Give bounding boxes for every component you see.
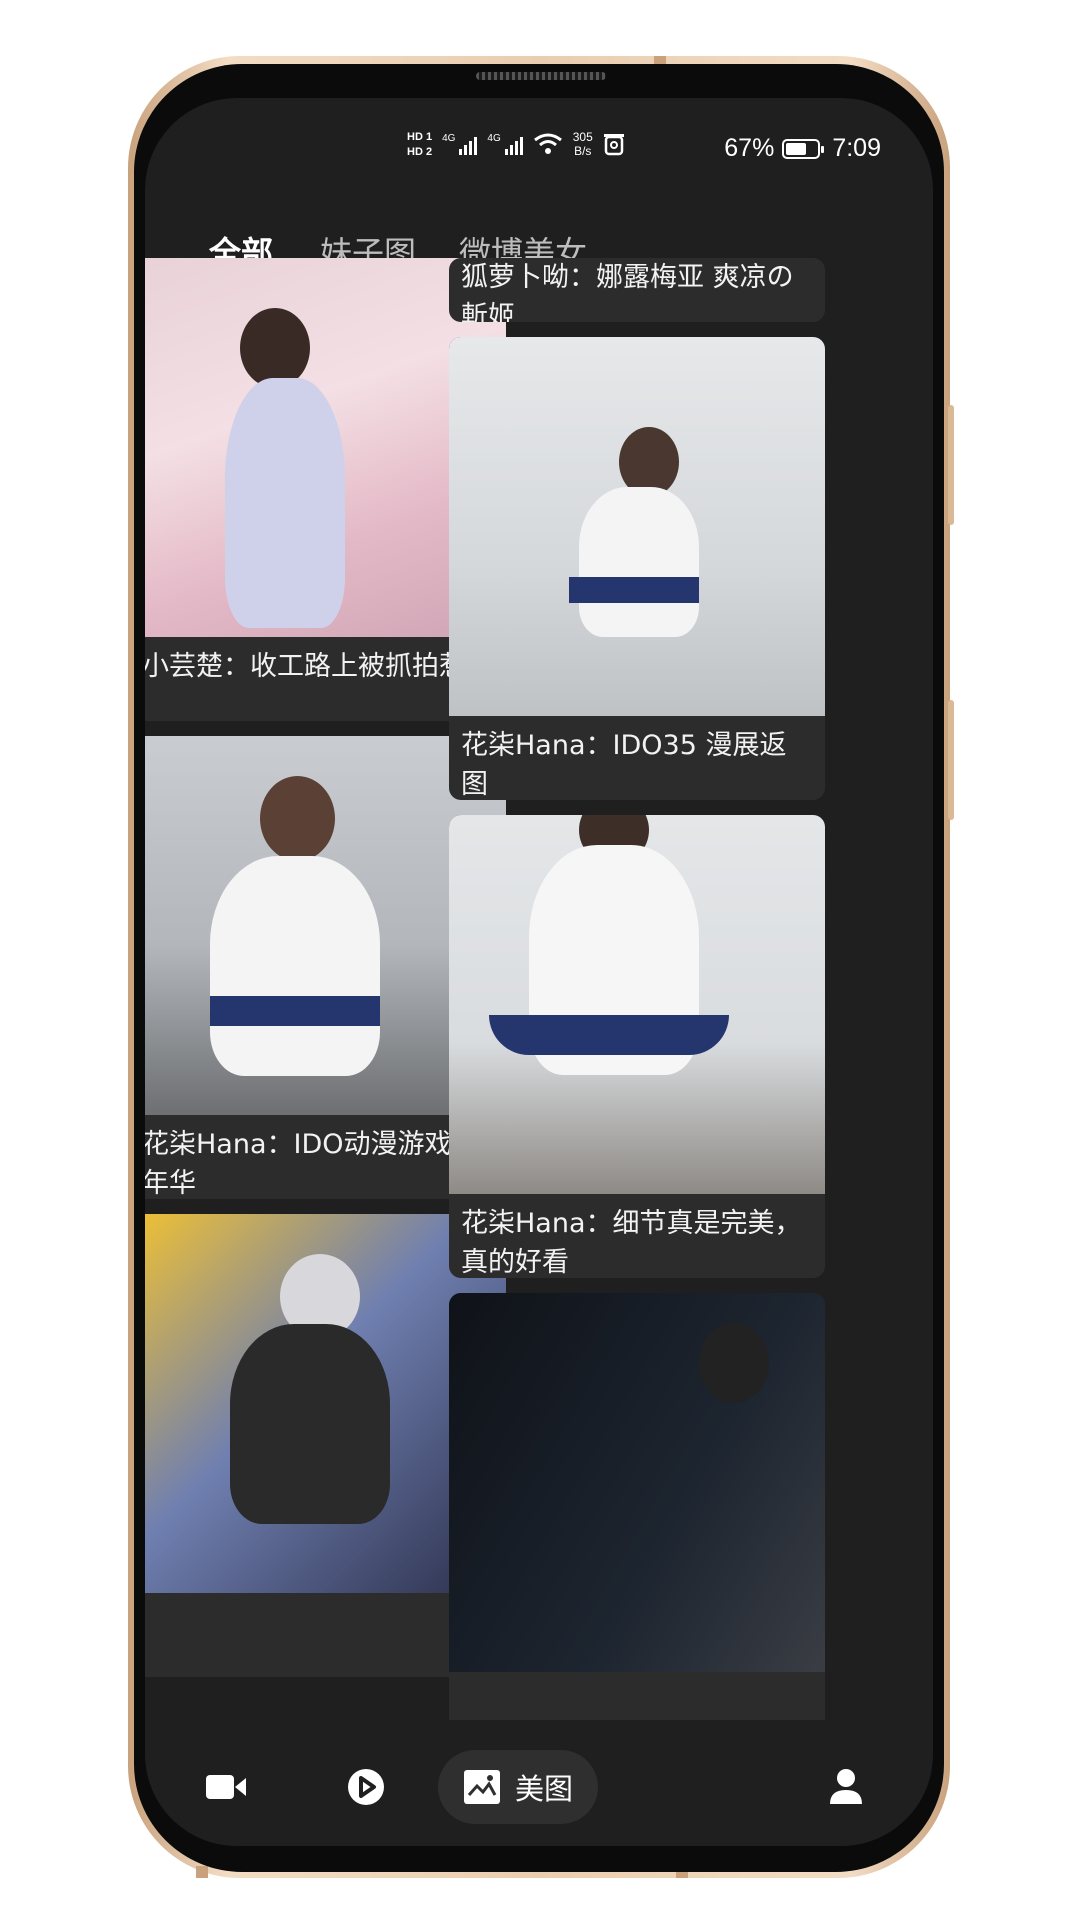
nav-profile[interactable] <box>791 1750 901 1824</box>
nav-video[interactable] <box>171 1750 281 1824</box>
wifi-icon <box>533 133 562 154</box>
hd-volte-icon: HD 1 HD 2 <box>407 131 432 158</box>
photo-feed[interactable]: 小芸楚：收工路上被抓拍惹 花柒Hana：IDO动漫游戏嘉年华 狐萝卜呦：娜露梅亚… <box>145 258 933 1720</box>
cell-signal-1-icon: 4G <box>442 133 478 155</box>
clean-notification-icon <box>603 134 624 156</box>
earpiece-speaker <box>476 72 606 80</box>
hd2-label: HD 2 <box>407 145 433 158</box>
photo-figure <box>230 1324 390 1524</box>
frame-antenna-line <box>196 1866 208 1878</box>
nav-play[interactable] <box>311 1750 421 1824</box>
status-icons: HD 1 HD 2 4G 4G 305 B/s <box>407 130 625 158</box>
card-caption: 花柒Hana：细节真是完美，真的好看 <box>461 1208 802 1278</box>
sig1-label: 4G <box>442 133 456 144</box>
nav-gallery-label: 美图 <box>514 1772 573 1806</box>
photo-figure <box>240 308 310 388</box>
battery-icon <box>782 138 825 159</box>
photo-detail <box>569 577 699 603</box>
card-caption <box>449 1672 825 1720</box>
bottom-navigation: 美图 <box>145 1720 933 1846</box>
status-bar: HD 1 HD 2 4G 4G 305 B/s 67% 7:09 <box>145 98 933 188</box>
card-caption: 狐萝卜呦：娜露梅亚 爽凉の斬姬 <box>461 262 794 322</box>
card-photo[interactable] <box>449 815 825 1194</box>
battery-percent: 67% <box>724 134 775 162</box>
photo-figure <box>225 378 345 628</box>
photo-detail <box>489 1015 729 1055</box>
volume-button <box>948 405 954 525</box>
power-button <box>948 700 954 820</box>
status-right: 67% 7:09 <box>724 134 881 163</box>
photo-card[interactable]: 狐萝卜呦：娜露梅亚 爽凉の斬姬 <box>449 258 825 322</box>
phone-screen: HD 1 HD 2 4G 4G 305 B/s 67% 7:09 全部 妹子图 … <box>145 98 933 1846</box>
cell-signal-2-icon: 4G <box>487 133 523 155</box>
photo-figure <box>699 1323 769 1403</box>
photo-figure <box>210 856 380 1076</box>
sig2-label: 4G <box>487 133 501 144</box>
video-camera-icon <box>206 1775 246 1799</box>
card-photo[interactable] <box>449 337 825 716</box>
clock-time: 7:09 <box>832 134 881 162</box>
network-speed: 305 B/s <box>573 130 593 158</box>
card-caption: 花柒Hana：IDO35 漫展返图 <box>461 730 787 800</box>
person-icon <box>830 1769 862 1804</box>
net-speed-unit: B/s <box>574 144 592 158</box>
image-gallery-icon <box>463 1770 500 1804</box>
photo-card[interactable] <box>449 1293 825 1720</box>
play-circle-icon <box>348 1769 384 1805</box>
photo-card[interactable]: 花柒Hana：IDO35 漫展返图 <box>449 337 825 800</box>
nav-gallery[interactable]: 美图 <box>438 1750 598 1824</box>
net-speed-value: 305 <box>572 130 593 144</box>
photo-figure <box>579 487 699 637</box>
card-photo[interactable] <box>449 1293 825 1672</box>
photo-card[interactable]: 花柒Hana：细节真是完美，真的好看 <box>449 815 825 1278</box>
photo-detail <box>210 996 380 1026</box>
hd1-label: HD 1 <box>407 130 433 143</box>
battery-fill <box>786 142 807 155</box>
photo-figure <box>260 776 335 861</box>
